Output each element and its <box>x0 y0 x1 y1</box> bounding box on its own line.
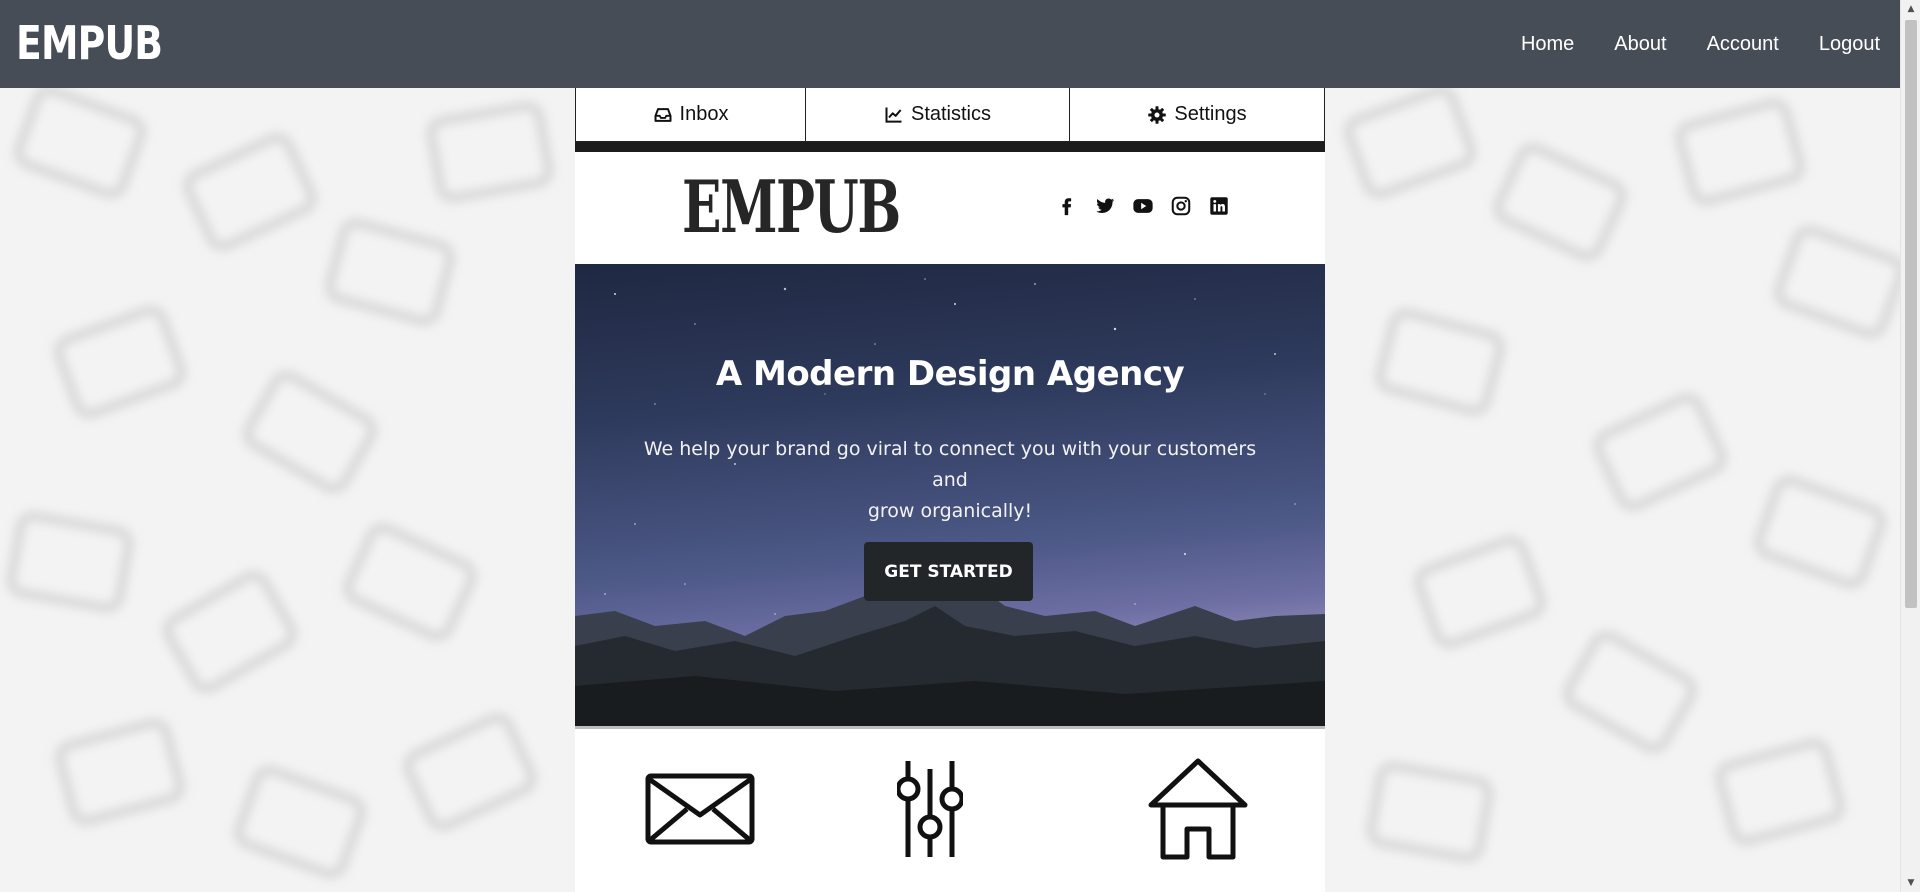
hero-description-line-1: We help your brand go viral to connect y… <box>643 438 1257 491</box>
nav-links: Home About Account Logout <box>1481 0 1880 88</box>
nav-link-account[interactable]: Account <box>1707 33 1779 56</box>
get-started-button[interactable]: GET STARTED <box>864 542 1033 601</box>
scroll-down-arrow-icon[interactable]: ▼ <box>1901 874 1920 892</box>
scroll-up-arrow-icon[interactable]: ▲ <box>1901 0 1920 18</box>
house-icon <box>1148 758 1248 860</box>
tab-statistics-label: Statistics <box>910 103 992 125</box>
instagram-icon[interactable] <box>1169 194 1193 218</box>
email-logo: EMPUB <box>682 164 901 249</box>
email-header: EMPUB <box>575 152 1325 264</box>
header-divider <box>575 142 1325 152</box>
tab-settings-label: Settings <box>1174 103 1247 125</box>
tab-statistics[interactable]: Statistics <box>806 88 1070 141</box>
nav-link-about[interactable]: About <box>1614 33 1666 56</box>
nav-link-home[interactable]: Home <box>1521 33 1574 56</box>
tab-inbox[interactable]: Inbox <box>576 88 806 141</box>
youtube-icon[interactable] <box>1131 194 1155 218</box>
vertical-scrollbar[interactable]: ▲ ▼ <box>1900 0 1920 892</box>
email-preview-column: Inbox Statistics Settings EMPUB A Modern… <box>575 88 1325 892</box>
scrollbar-thumb[interactable] <box>1905 20 1917 608</box>
sliders-icon <box>897 761 963 857</box>
twitter-icon[interactable] <box>1093 194 1117 218</box>
nav-link-logout[interactable]: Logout <box>1819 33 1880 56</box>
social-icons <box>1055 194 1231 218</box>
hero-description-line-2: grow organically! <box>867 500 1033 522</box>
tab-inbox-label: Inbox <box>679 103 729 125</box>
hero-banner: A Modern Design Agency We help your bran… <box>575 264 1325 726</box>
inbox-icon <box>654 107 672 122</box>
chart-line-icon <box>885 107 902 123</box>
facebook-icon[interactable] <box>1055 194 1079 218</box>
hero-description: We help your brand go viral to connect y… <box>625 434 1275 527</box>
top-navbar: EMPUB Home About Account Logout <box>0 0 1900 88</box>
feature-icons-row <box>575 729 1325 892</box>
linkedin-icon[interactable] <box>1207 194 1231 218</box>
hero-title: A Modern Design Agency <box>715 354 1185 394</box>
gear-icon <box>1148 105 1167 124</box>
tab-settings[interactable]: Settings <box>1070 88 1324 141</box>
envelope-icon <box>645 773 755 845</box>
brand-logo[interactable]: EMPUB <box>16 14 163 72</box>
tab-bar: Inbox Statistics Settings <box>575 88 1325 142</box>
